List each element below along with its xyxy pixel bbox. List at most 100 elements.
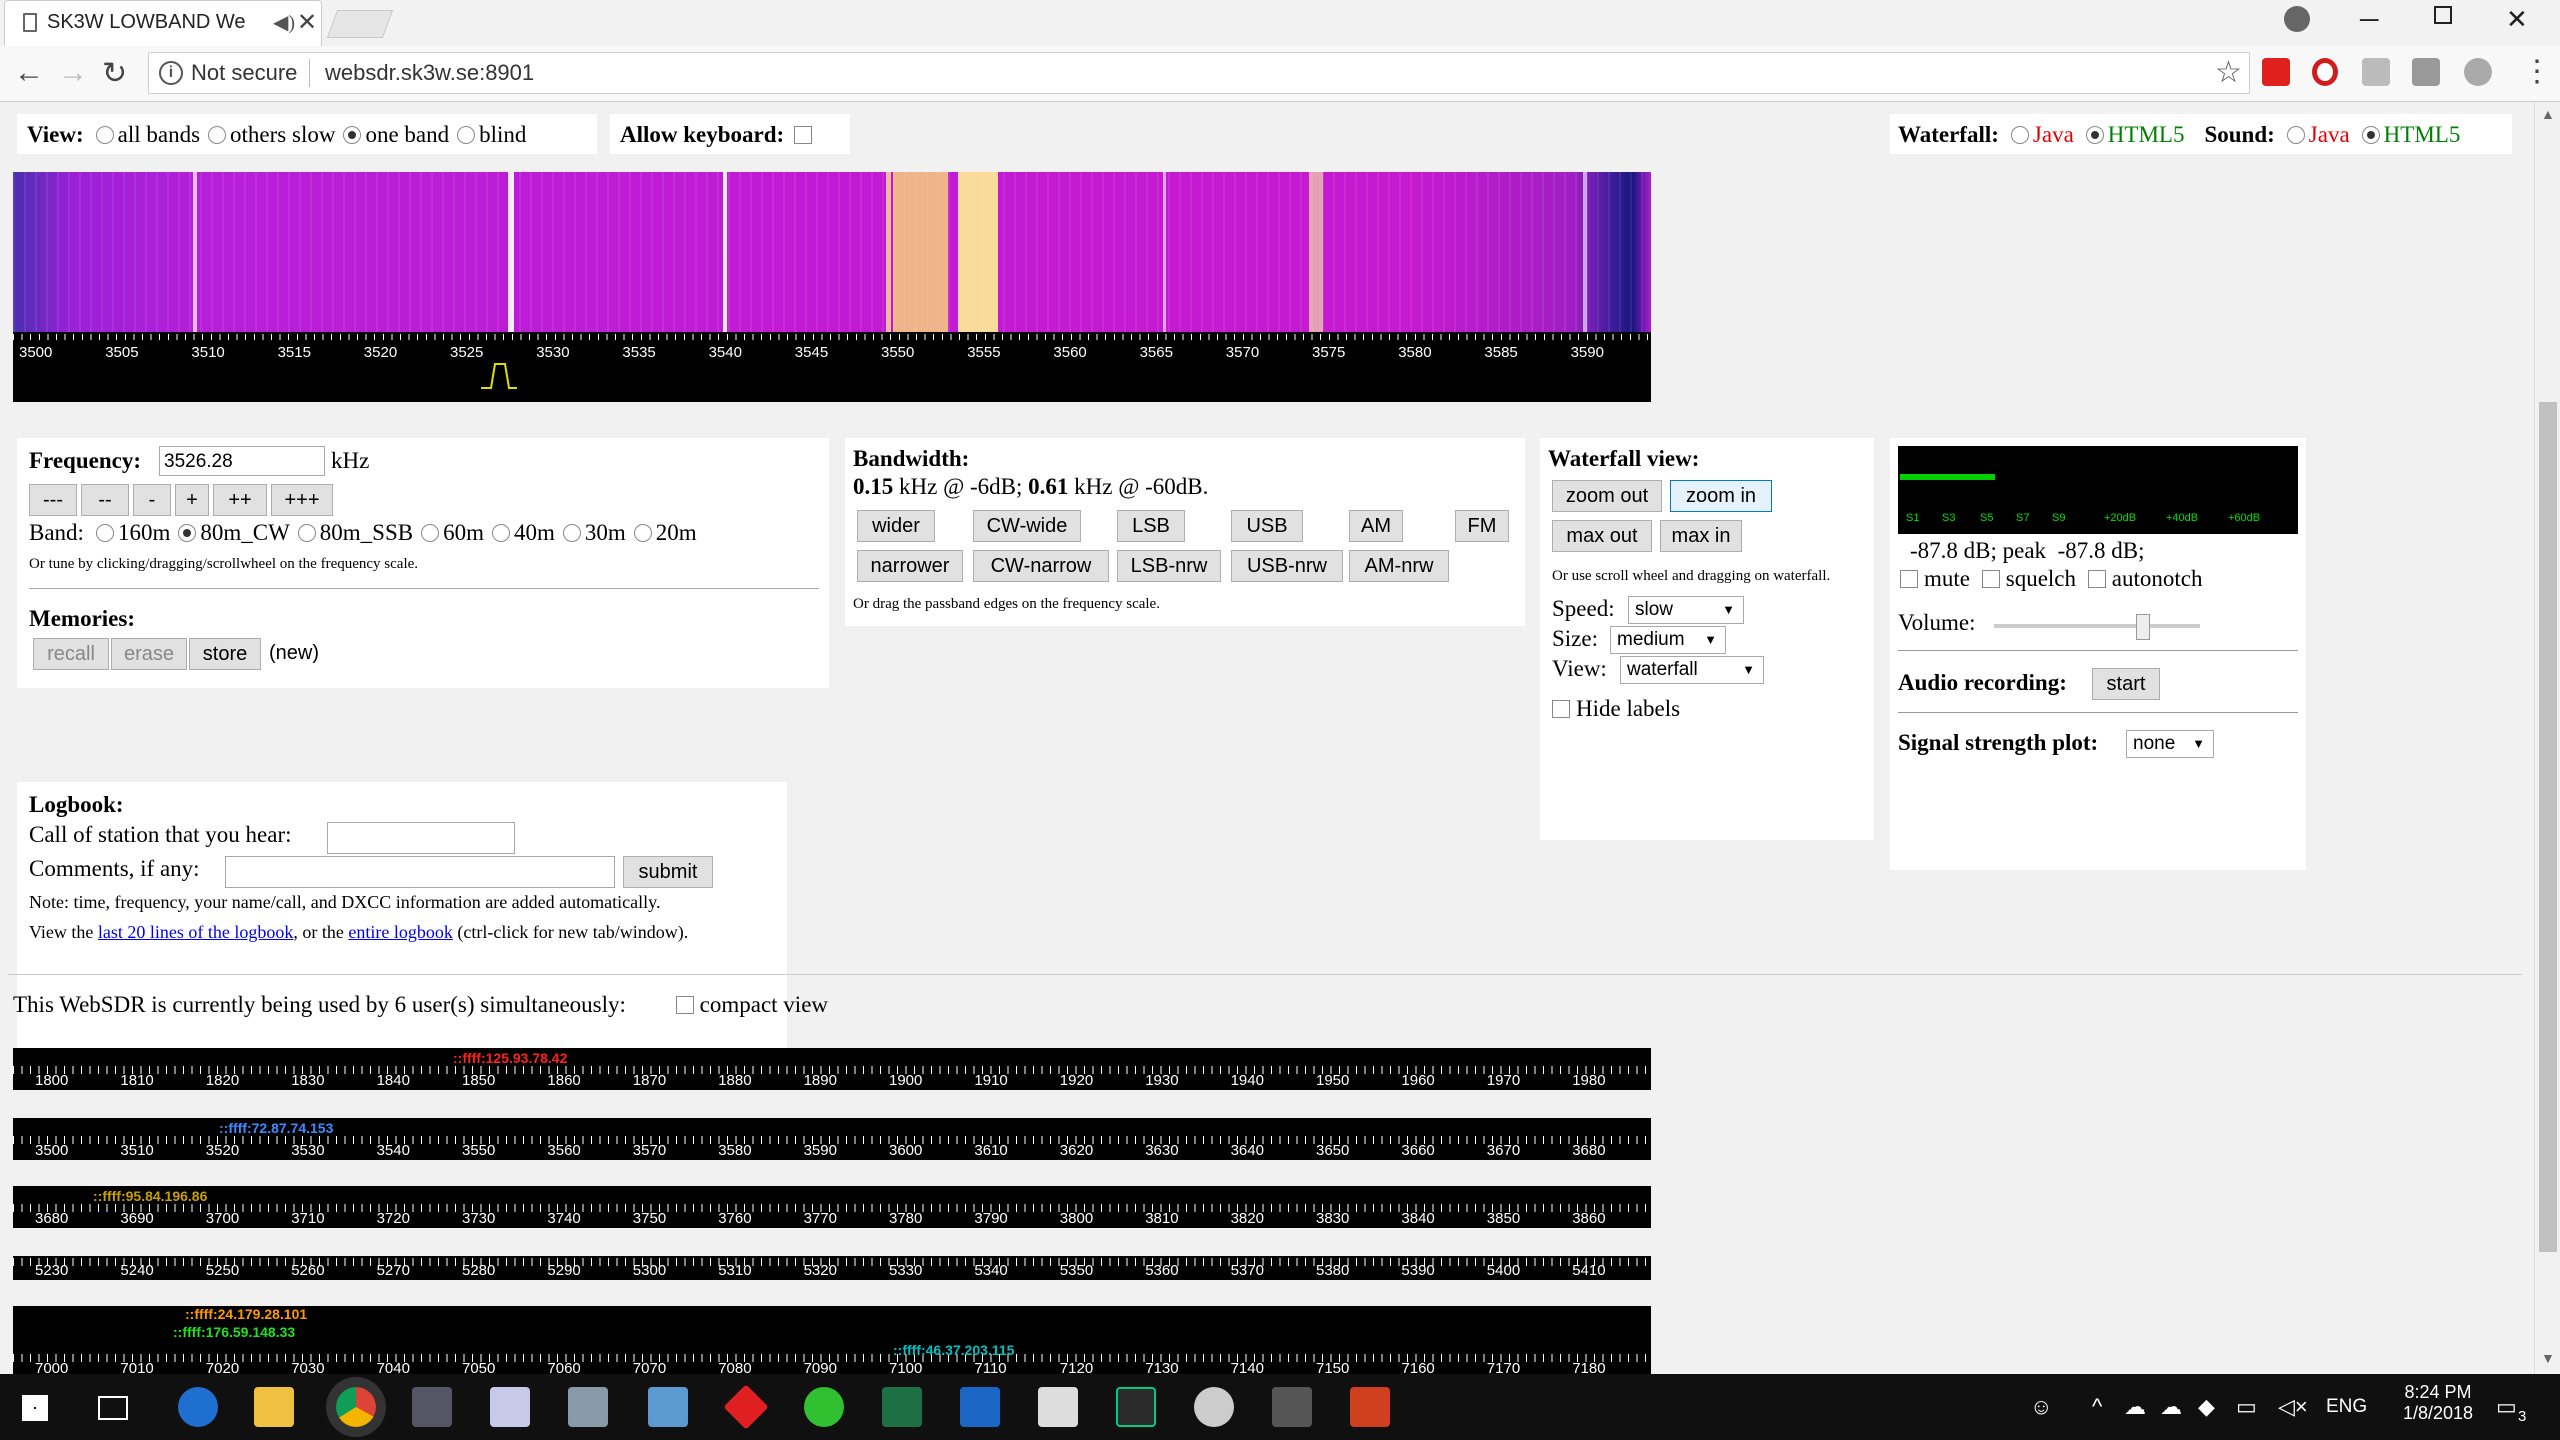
cw-wide-button[interactable]: CW-wide — [973, 510, 1081, 542]
max-out-button[interactable]: max out — [1552, 520, 1652, 552]
back-icon[interactable]: ← — [14, 56, 44, 90]
passband-marker[interactable] — [479, 360, 519, 390]
forward-icon[interactable]: → — [58, 56, 88, 90]
fm-button[interactable]: FM — [1455, 510, 1509, 542]
user-band-scale[interactable]: 3680 3690 3700 3710 3720 3730 3740 3750 3760 3770… — [13, 1186, 1651, 1228]
comments-input[interactable] — [225, 856, 615, 888]
bookmark-star-icon[interactable]: ☆ — [2215, 55, 2242, 90]
task-view-icon[interactable] — [98, 1396, 128, 1420]
narrower-button[interactable]: narrower — [857, 550, 963, 582]
app-icon-4[interactable] — [648, 1387, 688, 1427]
mute-checkbox[interactable] — [1900, 570, 1918, 588]
zoom-out-button[interactable]: zoom out — [1552, 480, 1662, 512]
view-all-bands-radio[interactable] — [95, 126, 114, 144]
page-scrollbar[interactable]: ▲ ▼ — [2534, 102, 2560, 1374]
app-icon-1[interactable] — [412, 1387, 452, 1427]
recording-start-button[interactable]: start — [2092, 668, 2160, 700]
usb-nrw-button[interactable]: USB-nrw — [1231, 550, 1343, 582]
clock[interactable]: 8:24 PM 1/8/2018 — [2388, 1382, 2488, 1424]
user-band-scale[interactable]: 7000 7010 7020 7030 7040 7050 7060 7070 7080 7090… — [13, 1306, 1651, 1374]
view-one-band-radio[interactable] — [343, 126, 362, 144]
hide-labels-checkbox[interactable] — [1552, 700, 1570, 718]
zoom-in-button[interactable]: zoom in — [1670, 480, 1772, 512]
browser-tab[interactable]: SK3W LOWBAND We ◀) ✕ — [4, 0, 322, 46]
waterfall-panel[interactable]: 3500 3505 3510 3515 3520 3525 3530 3535 3540 3545… — [13, 172, 1651, 402]
band-30m-radio[interactable] — [562, 524, 581, 542]
file-explorer-icon[interactable] — [254, 1387, 294, 1427]
size-select[interactable]: medium — [1610, 626, 1726, 654]
last-20-lines-link[interactable]: last 20 lines of the logbook — [98, 922, 293, 942]
new-tab-button[interactable] — [326, 10, 394, 38]
app-icon-5[interactable] — [723, 1384, 769, 1430]
minimize-icon[interactable]: ─ — [2360, 4, 2378, 35]
am-button[interactable]: AM — [1349, 510, 1403, 542]
windows-start-icon[interactable] — [22, 1395, 48, 1421]
extension-red-icon[interactable] — [2262, 58, 2290, 86]
people-icon[interactable]: ☺ — [2030, 1394, 2052, 1420]
band-60m-radio[interactable] — [421, 524, 440, 542]
chat-extension-icon[interactable] — [2464, 58, 2492, 86]
edge-icon[interactable] — [178, 1387, 218, 1427]
tab-close-icon[interactable]: ✕ — [297, 8, 317, 37]
tune-step-button[interactable]: --- — [29, 484, 77, 516]
restore-icon[interactable] — [2434, 6, 2452, 24]
erase-button[interactable]: erase — [111, 638, 187, 670]
user-band-scale[interactable]: 5230 5240 5250 5260 5270 5280 5290 5300 5310 5320… — [13, 1256, 1651, 1280]
reload-icon[interactable]: ↻ — [102, 56, 127, 91]
url-text[interactable]: websdr.sk3w.se:8901 — [325, 60, 534, 86]
app-icon-2[interactable] — [490, 1387, 530, 1427]
lsb-button[interactable]: LSB — [1117, 510, 1185, 542]
menu-icon[interactable]: ⋮ — [2522, 54, 2552, 89]
volume-muted-icon[interactable]: ◁× — [2278, 1394, 2308, 1420]
tune-step-button[interactable]: + — [175, 484, 209, 516]
tune-step-button[interactable]: -- — [81, 484, 129, 516]
band-20m-radio[interactable] — [633, 524, 652, 542]
signal-plot-select[interactable]: none — [2126, 730, 2214, 758]
usb-button[interactable]: USB — [1231, 510, 1303, 542]
band-80m-cw-radio[interactable] — [178, 524, 197, 542]
devtools-extension-icon[interactable] — [2412, 58, 2440, 86]
excel-icon[interactable] — [882, 1387, 922, 1427]
sound-html5-radio[interactable] — [2361, 126, 2380, 144]
recall-button[interactable]: recall — [33, 638, 109, 670]
band-40m-radio[interactable] — [492, 524, 511, 542]
waterfall-html5-radio[interactable] — [2085, 126, 2104, 144]
waterfall-java-radio[interactable] — [2010, 126, 2029, 144]
volume-thumb[interactable] — [2136, 614, 2151, 640]
onedrive-icon[interactable]: ☁ — [2160, 1394, 2182, 1420]
wider-button[interactable]: wider — [857, 510, 935, 542]
tune-step-button[interactable]: - — [133, 484, 171, 516]
compact-view-checkbox[interactable] — [675, 996, 694, 1014]
app-icon-8[interactable] — [1194, 1387, 1234, 1427]
speed-select[interactable]: slow — [1628, 596, 1744, 624]
user-band-scale[interactable]: 3500 3510 3520 3530 3540 3550 3560 3570 3580 3590… — [13, 1118, 1651, 1160]
scroll-up-icon[interactable]: ▲ — [2541, 108, 2555, 124]
calculator-icon[interactable] — [1038, 1387, 1078, 1427]
chrome-icon[interactable] — [336, 1387, 376, 1427]
cloud-icon[interactable]: ☁ — [2124, 1394, 2146, 1420]
user-band-scale[interactable]: 1800 1810 1820 1830 1840 1850 1860 1870 1880 1890… — [13, 1048, 1651, 1090]
view-blind-radio[interactable] — [457, 126, 476, 144]
info-icon[interactable]: i — [159, 61, 183, 85]
squelch-checkbox[interactable] — [1981, 570, 2000, 588]
address-bar[interactable]: i Not secure websdr.sk3w.se:8901 ☆ — [148, 52, 2250, 94]
view-mode-select[interactable]: waterfall — [1620, 656, 1764, 684]
submit-button[interactable]: submit — [623, 856, 713, 888]
window-close-icon[interactable]: ✕ — [2506, 4, 2528, 35]
volume-slider[interactable] — [1994, 614, 2200, 640]
action-center-icon[interactable]: ▭ — [2496, 1394, 2517, 1420]
store-button[interactable]: store — [189, 638, 261, 670]
powerpoint-icon[interactable] — [1350, 1387, 1390, 1427]
tune-step-button[interactable]: +++ — [271, 484, 333, 516]
call-input[interactable] — [327, 822, 515, 854]
dropbox-icon[interactable]: ◆ — [2198, 1394, 2215, 1420]
band-160m-radio[interactable] — [95, 524, 114, 542]
autonotch-checkbox[interactable] — [2087, 570, 2106, 588]
opera-icon[interactable] — [2312, 58, 2338, 86]
sound-java-radio[interactable] — [2286, 126, 2305, 144]
speaker-icon[interactable]: ◀) — [273, 10, 295, 35]
waterfall-display[interactable] — [13, 172, 1651, 332]
am-nrw-button[interactable]: AM-nrw — [1349, 550, 1449, 582]
max-in-button[interactable]: max in — [1660, 520, 1742, 552]
frequency-scale[interactable]: 3500 3505 3510 3515 3520 3525 3530 3535 3540 3545… — [13, 334, 1651, 402]
